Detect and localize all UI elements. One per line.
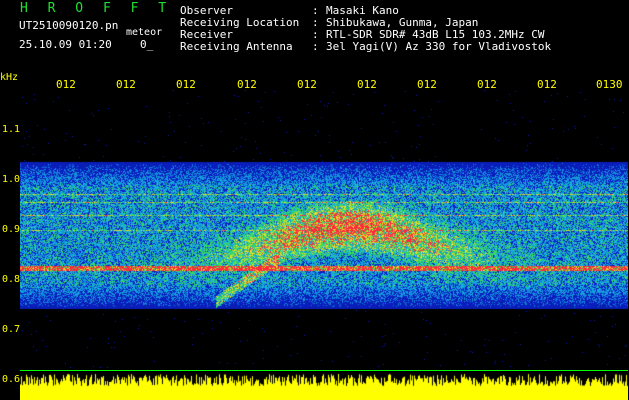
freq-tick-label: 0.6 bbox=[2, 374, 21, 385]
freq-tick-label: 1.0 bbox=[2, 174, 21, 185]
freq-tick-label: 0.7 bbox=[2, 324, 21, 335]
spectrogram-canvas bbox=[20, 90, 628, 368]
power-trace-canvas bbox=[20, 371, 628, 400]
freq-tick-label: 0.9 bbox=[2, 224, 21, 235]
count-label: 0_ bbox=[140, 38, 154, 51]
info-key: Receiving Antenna bbox=[180, 40, 293, 53]
frequency-unit-label: kHz bbox=[0, 72, 19, 83]
info-value: 3el Yagi(V) Az 330 for Vladivostok bbox=[326, 40, 552, 53]
freq-tick-label: 0.8 bbox=[2, 274, 21, 285]
filename-label: UT2510090120.pn bbox=[19, 19, 119, 32]
datetime-label: 25.10.09 01:20 bbox=[19, 38, 112, 51]
info-row-antenna: Receiving Antenna:3el Yagi(V) Az 330 for… bbox=[180, 41, 551, 53]
info-separator: : bbox=[312, 40, 319, 53]
type-label: meteor bbox=[126, 27, 163, 38]
station-info: Observer: Masaki Kano Receiving Location:… bbox=[180, 5, 551, 53]
hroft-title: H R O F F T bbox=[20, 1, 173, 16]
freq-tick-label: 1.1 bbox=[2, 124, 21, 135]
